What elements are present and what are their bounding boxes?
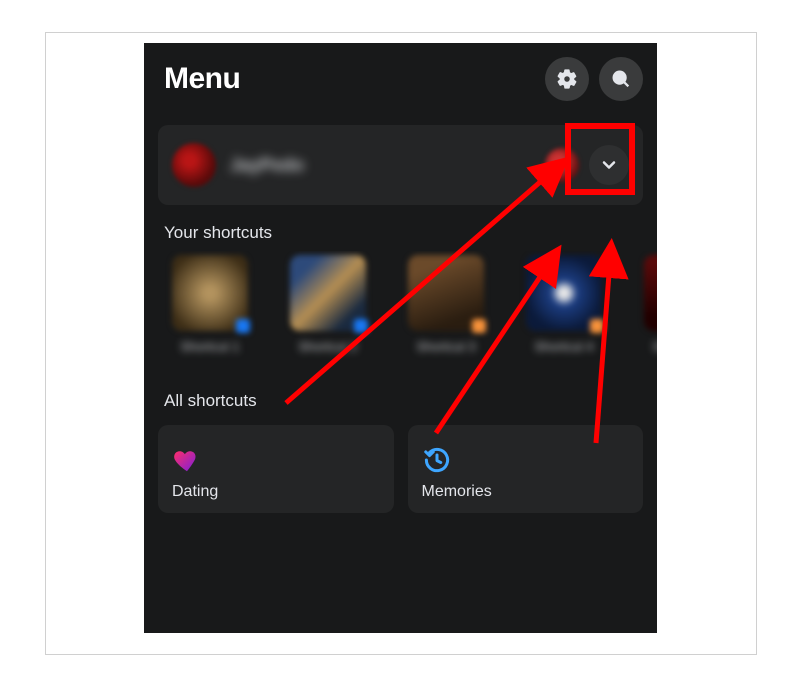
- shortcut-label: Shortcut 1: [180, 339, 239, 369]
- shortcut-item[interactable]: Shortcut 5: [632, 255, 657, 369]
- shortcut-badge: [590, 319, 604, 333]
- shortcut-item[interactable]: Shortcut 4: [514, 255, 614, 369]
- all-shortcuts-label: All shortcuts: [144, 373, 657, 419]
- tile-label: Memories: [422, 483, 630, 501]
- your-shortcuts-row[interactable]: Shortcut 1 Shortcut 2 Shortcut 3 Shortcu…: [144, 251, 657, 373]
- shortcut-badge: [236, 319, 250, 333]
- all-shortcuts-grid: Dating Memories: [144, 419, 657, 513]
- clock-rewind-icon: [422, 445, 452, 475]
- dating-tile[interactable]: Dating: [158, 425, 394, 513]
- shortcut-label: Shortcut 2: [298, 339, 357, 369]
- tile-label: Dating: [172, 483, 380, 501]
- menu-screen: Menu JayPedo: [144, 43, 657, 633]
- expand-button[interactable]: [589, 145, 629, 185]
- shortcut-thumb: [290, 255, 366, 331]
- avatar: [172, 143, 216, 187]
- profile-switcher[interactable]: JayPedo: [158, 125, 643, 205]
- gear-icon: [556, 68, 578, 90]
- shortcut-thumb: [172, 255, 248, 331]
- search-button[interactable]: [599, 57, 643, 101]
- header: Menu: [144, 43, 657, 115]
- shortcut-badge: [354, 319, 368, 333]
- heart-icon: [172, 445, 202, 475]
- page-title: Menu: [164, 62, 535, 96]
- outer-frame: Menu JayPedo: [45, 32, 757, 655]
- shortcut-thumb: [408, 255, 484, 331]
- settings-button[interactable]: [545, 57, 589, 101]
- shortcut-label: Shortcut 3: [416, 339, 475, 369]
- secondary-avatar: [545, 148, 579, 182]
- shortcut-label: Shortcut 4: [534, 339, 593, 369]
- shortcut-item[interactable]: Shortcut 1: [160, 255, 260, 369]
- shortcut-badge: [472, 319, 486, 333]
- shortcut-item[interactable]: Shortcut 3: [396, 255, 496, 369]
- shortcut-label: Shortcut 5: [652, 339, 657, 369]
- memories-tile[interactable]: Memories: [408, 425, 644, 513]
- shortcut-thumb: [526, 255, 602, 331]
- shortcut-thumb: [644, 255, 657, 331]
- search-icon: [610, 68, 632, 90]
- your-shortcuts-label: Your shortcuts: [144, 205, 657, 251]
- profile-name: JayPedo: [230, 155, 545, 176]
- chevron-down-icon: [599, 155, 619, 175]
- shortcut-item[interactable]: Shortcut 2: [278, 255, 378, 369]
